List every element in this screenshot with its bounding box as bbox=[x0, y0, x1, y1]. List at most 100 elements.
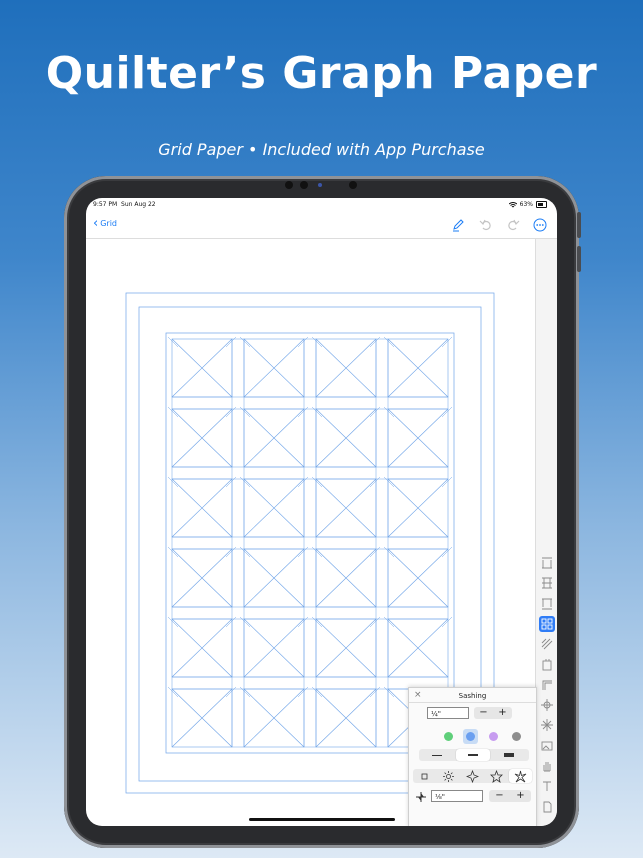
minus-button[interactable]: − bbox=[489, 790, 510, 802]
wifi-icon bbox=[508, 201, 517, 207]
sashing-star-point bbox=[383, 546, 395, 558]
sticker-icon[interactable] bbox=[539, 657, 555, 673]
status-bar: 9:57 PM Sun Aug 22 63% bbox=[86, 198, 557, 214]
square-icon[interactable] bbox=[413, 769, 436, 783]
volume-button bbox=[577, 246, 581, 272]
camera-dot bbox=[300, 181, 308, 189]
plus-button[interactable]: + bbox=[510, 790, 531, 802]
sashing-star-point bbox=[167, 336, 179, 348]
sashing-star-point bbox=[225, 476, 237, 488]
cornerstone-icon bbox=[416, 792, 426, 802]
sashing-star-point bbox=[441, 616, 453, 628]
hero-subtitle: Grid Paper • Included with App Purchase bbox=[158, 140, 485, 159]
sashing-star-point bbox=[369, 546, 381, 558]
sashing-star-point bbox=[297, 616, 309, 628]
sashing-star-point bbox=[167, 406, 179, 418]
sashing-star-point bbox=[383, 406, 395, 418]
sashing-star-point bbox=[311, 406, 323, 418]
star-shape-segment bbox=[413, 769, 532, 783]
horizontal-sashing bbox=[171, 466, 449, 480]
vertical-sashing bbox=[375, 338, 389, 748]
sashing-star-point bbox=[441, 476, 453, 488]
diagonal-lines-icon[interactable] bbox=[539, 636, 555, 652]
sashing-star-point bbox=[311, 336, 323, 348]
minus-button[interactable]: − bbox=[474, 707, 493, 719]
line-weight-sample bbox=[432, 754, 442, 756]
border-bottom-icon[interactable] bbox=[539, 596, 555, 612]
sashing-star-point bbox=[297, 476, 309, 488]
color-swatch[interactable] bbox=[444, 732, 453, 741]
sashing-star-point bbox=[383, 336, 395, 348]
sashing-star-point bbox=[225, 616, 237, 628]
sashing-star-point bbox=[441, 546, 453, 558]
sashing-star-point bbox=[369, 476, 381, 488]
back-label: Grid bbox=[100, 219, 117, 228]
sashing-star-point bbox=[167, 546, 179, 558]
line-weight-sample bbox=[468, 754, 478, 756]
corner-icon[interactable] bbox=[539, 677, 555, 693]
sashing-star-point bbox=[297, 686, 309, 698]
text-icon[interactable] bbox=[539, 778, 555, 794]
chevron-left-icon: ‹ bbox=[93, 216, 99, 231]
sashing-star-point bbox=[297, 336, 309, 348]
star-icon[interactable] bbox=[485, 769, 508, 783]
sashing-star-point bbox=[167, 476, 179, 488]
line-weight-thick[interactable] bbox=[492, 749, 526, 761]
sashing-icon[interactable] bbox=[539, 615, 555, 632]
horizontal-sashing bbox=[171, 676, 449, 690]
line-weight-thin[interactable] bbox=[420, 749, 454, 761]
plus-button[interactable]: + bbox=[493, 707, 512, 719]
sashing-star-point bbox=[369, 336, 381, 348]
back-button[interactable]: ‹ Grid bbox=[93, 217, 117, 230]
sashing-star-point bbox=[225, 336, 237, 348]
volume-button bbox=[577, 212, 581, 238]
image-icon[interactable] bbox=[539, 738, 555, 754]
color-swatches bbox=[424, 729, 529, 744]
tool-sidebar bbox=[535, 239, 557, 826]
horizontal-sashing bbox=[171, 606, 449, 620]
sashing-star-point bbox=[383, 616, 395, 628]
sashing-star-point bbox=[311, 476, 323, 488]
line-weight-medium[interactable] bbox=[456, 749, 490, 761]
sun-icon[interactable] bbox=[437, 769, 460, 783]
color-swatch[interactable] bbox=[489, 732, 498, 741]
sashing-star-point bbox=[311, 686, 323, 698]
sashing-width-input[interactable]: ¼" bbox=[427, 707, 469, 719]
four-point-star-icon[interactable] bbox=[461, 769, 484, 783]
panel-title: Sashing bbox=[458, 692, 487, 700]
sashing-star-point bbox=[383, 476, 395, 488]
pinwheel-star-icon[interactable] bbox=[509, 769, 532, 783]
battery-icon bbox=[536, 201, 547, 208]
redo-icon[interactable] bbox=[506, 218, 520, 232]
status-right: 63% bbox=[508, 201, 547, 208]
border-top-icon[interactable] bbox=[539, 555, 555, 571]
pencil-icon[interactable] bbox=[451, 218, 465, 232]
border-middle-icon[interactable] bbox=[539, 575, 555, 591]
crosshair-icon[interactable] bbox=[539, 697, 555, 713]
sashing-star-point bbox=[239, 406, 251, 418]
sashing-star-point bbox=[239, 616, 251, 628]
sashing-star-point bbox=[239, 476, 251, 488]
line-weight-sample bbox=[504, 753, 514, 757]
color-swatch[interactable] bbox=[512, 732, 521, 741]
battery-percent: 63% bbox=[519, 201, 533, 208]
compass-star-icon[interactable] bbox=[539, 717, 555, 733]
more-icon[interactable] bbox=[533, 218, 547, 232]
sashing-star-point bbox=[225, 406, 237, 418]
cornerstone-size-input[interactable]: ⅛" bbox=[431, 790, 483, 802]
sashing-star-point bbox=[297, 546, 309, 558]
document-icon[interactable] bbox=[539, 799, 555, 815]
nav-bar: ‹ Grid bbox=[86, 214, 557, 239]
sashing-star-point bbox=[167, 616, 179, 628]
pan-hand-icon[interactable] bbox=[539, 758, 555, 774]
sashing-width-stepper[interactable]: − + bbox=[474, 707, 512, 719]
sashing-star-point bbox=[311, 546, 323, 558]
hero-title: Quilter’s Graph Paper bbox=[45, 48, 598, 99]
cornerstone-stepper[interactable]: − + bbox=[489, 790, 531, 802]
color-swatch[interactable] bbox=[466, 732, 475, 741]
home-indicator bbox=[249, 818, 395, 821]
undo-icon[interactable] bbox=[479, 218, 493, 232]
horizontal-sashing bbox=[171, 536, 449, 550]
sashing-star-point bbox=[239, 686, 251, 698]
sashing-star-point bbox=[311, 616, 323, 628]
